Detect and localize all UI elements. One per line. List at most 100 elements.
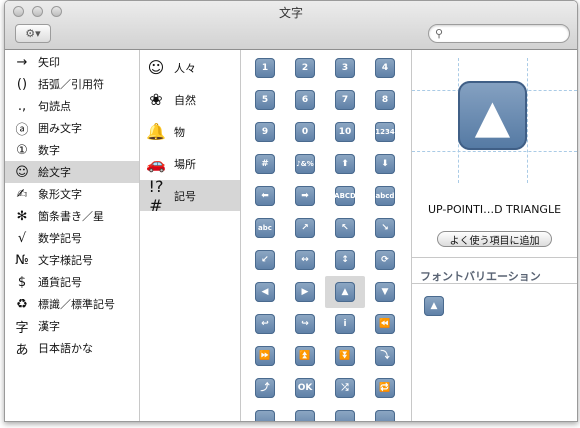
emoji-cell[interactable]: abc — [245, 212, 285, 244]
category-item[interactable]: № 文字様記号 — [5, 249, 139, 271]
emoji-cell[interactable]: ⬇ — [365, 148, 405, 180]
emoji-cell[interactable]: ⬆ — [325, 148, 365, 180]
emoji-glyph: ↙ — [255, 250, 275, 270]
category-item[interactable]: ♻ 標識／標準記号 — [5, 293, 139, 315]
emoji-cell[interactable]: ▼ — [365, 276, 405, 308]
category-item[interactable]: 字漢字 — [5, 315, 139, 337]
emoji-cell[interactable]: i — [325, 308, 365, 340]
emoji-glyph: ⟳ — [375, 250, 395, 270]
emoji-cell[interactable] — [365, 404, 405, 421]
emoji-cell[interactable]: ▲ — [325, 276, 365, 308]
subcategory-item[interactable]: !?# 記号 — [140, 177, 240, 215]
category-item[interactable]: → 矢印 — [5, 51, 139, 73]
divider — [412, 283, 577, 284]
category-icon: ① — [16, 142, 28, 158]
emoji-cell[interactable]: 2 — [285, 52, 325, 84]
emoji-glyph — [295, 410, 315, 421]
emoji-cell[interactable]: ↕ — [325, 244, 365, 276]
emoji-glyph — [335, 410, 355, 421]
emoji-cell[interactable]: 9 — [245, 116, 285, 148]
emoji-cell[interactable] — [325, 404, 365, 421]
emoji-cell[interactable]: ⤮ — [325, 372, 365, 404]
category-item[interactable]: () 括弧／引用符 — [5, 73, 139, 95]
emoji-cell[interactable]: ♪&% — [285, 148, 325, 180]
category-label: 標識／標準記号 — [38, 298, 115, 311]
emoji-cell[interactable]: ↗ — [285, 212, 325, 244]
emoji-cell[interactable]: 0 — [285, 116, 325, 148]
category-icon: あ — [15, 342, 29, 358]
emoji-cell[interactable]: ➡ — [285, 180, 325, 212]
character-name: UP-POINTI…D TRIANGLE — [427, 203, 562, 216]
emoji-cell[interactable]: ⤵ — [365, 340, 405, 372]
emoji-cell[interactable]: 🔁 — [365, 372, 405, 404]
category-item[interactable]: ✍ 象形文字 — [5, 183, 139, 205]
emoji-cell[interactable]: ↙ — [245, 244, 285, 276]
emoji-cell[interactable]: ↔ — [285, 244, 325, 276]
category-item[interactable]: ☺ 絵文字 — [5, 161, 139, 183]
category-item[interactable]: ① 数字 — [5, 139, 139, 161]
divider — [412, 257, 577, 258]
emoji-cell[interactable]: ↩ — [245, 308, 285, 340]
emoji-glyph: ⬇ — [375, 154, 395, 174]
emoji-cell[interactable]: ABCD — [325, 180, 365, 212]
emoji-cell[interactable]: ⏪ — [365, 308, 405, 340]
emoji-glyph: ↖ — [335, 218, 355, 238]
emoji-cell[interactable]: ⬅ — [245, 180, 285, 212]
character-preview: ▲ UP-POINTI…D TRIANGLE よく使う項目に追加 フォントバリエ… — [412, 50, 577, 421]
emoji-cell[interactable]: ⟳ — [365, 244, 405, 276]
emoji-glyph: ⤮ — [335, 378, 355, 398]
subcategory-icon: !?# — [148, 176, 164, 215]
subcategory-item[interactable]: ❀ 自然 — [140, 84, 240, 115]
category-item[interactable]: $ 通貨記号 — [5, 271, 139, 293]
category-item[interactable]: ✻ 箇条書き／星 — [5, 205, 139, 227]
emoji-cell[interactable]: 4 — [365, 52, 405, 84]
emoji-glyph: 0 — [295, 122, 315, 142]
emoji-glyph: abc — [255, 218, 275, 238]
emoji-cell[interactable]: 7 — [325, 84, 365, 116]
font-variation-item[interactable]: ▲ — [424, 296, 444, 316]
emoji-glyph: 1234 — [375, 122, 395, 142]
subcategory-item[interactable]: 🔔 物 — [140, 116, 240, 147]
emoji-cell[interactable]: ⏫ — [285, 340, 325, 372]
emoji-cell[interactable]: ⏬ — [325, 340, 365, 372]
search-field[interactable]: ⚲ — [428, 24, 570, 43]
emoji-cell[interactable]: ◀ — [245, 276, 285, 308]
category-item[interactable]: ., 句読点 — [5, 95, 139, 117]
category-item[interactable]: √ 数学記号 — [5, 227, 139, 249]
emoji-cell[interactable]: ↖ — [325, 212, 365, 244]
emoji-cell[interactable] — [285, 404, 325, 421]
category-item[interactable]: あ日本語かな — [5, 337, 139, 359]
emoji-glyph: ↗ — [295, 218, 315, 238]
emoji-cell[interactable]: ↘ — [365, 212, 405, 244]
emoji-cell[interactable]: 8 — [365, 84, 405, 116]
subcategory-item[interactable]: 🚗 場所 — [140, 148, 240, 179]
emoji-cell[interactable] — [245, 404, 285, 421]
emoji-cell[interactable]: 1 — [245, 52, 285, 84]
category-label: 囲み文字 — [38, 122, 82, 135]
emoji-cell[interactable]: ▶ — [285, 276, 325, 308]
subcategory-icon: 🚗 — [146, 154, 166, 173]
category-item[interactable]: ⓐ 囲み文字 — [5, 117, 139, 139]
emoji-glyph: 1 — [255, 58, 275, 78]
emoji-glyph: 🔁 — [375, 378, 395, 398]
emoji-cell[interactable]: 6 — [285, 84, 325, 116]
emoji-cell[interactable]: abcd — [365, 180, 405, 212]
category-label: 句読点 — [38, 100, 71, 113]
emoji-glyph: ⏩ — [255, 346, 275, 366]
subcategory-icon: ❀ — [149, 90, 163, 109]
emoji-cell[interactable]: ⤴ — [245, 372, 285, 404]
emoji-cell[interactable]: 5 — [245, 84, 285, 116]
gear-menu-button[interactable]: ⚙▾ — [15, 24, 51, 43]
emoji-cell[interactable]: ↪ — [285, 308, 325, 340]
emoji-glyph: ◀ — [255, 282, 275, 302]
subcategory-item[interactable]: ☺ 人々 — [140, 52, 240, 83]
emoji-glyph: 7 — [335, 90, 355, 110]
emoji-cell[interactable]: 10 — [325, 116, 365, 148]
emoji-cell[interactable]: # — [245, 148, 285, 180]
emoji-cell[interactable]: 1234 — [365, 116, 405, 148]
add-to-favorites-button[interactable]: よく使う項目に追加 — [437, 231, 552, 247]
category-label: 漢字 — [38, 320, 60, 333]
emoji-cell[interactable]: 3 — [325, 52, 365, 84]
emoji-cell[interactable]: ⏩ — [245, 340, 285, 372]
emoji-cell[interactable]: OK — [285, 372, 325, 404]
